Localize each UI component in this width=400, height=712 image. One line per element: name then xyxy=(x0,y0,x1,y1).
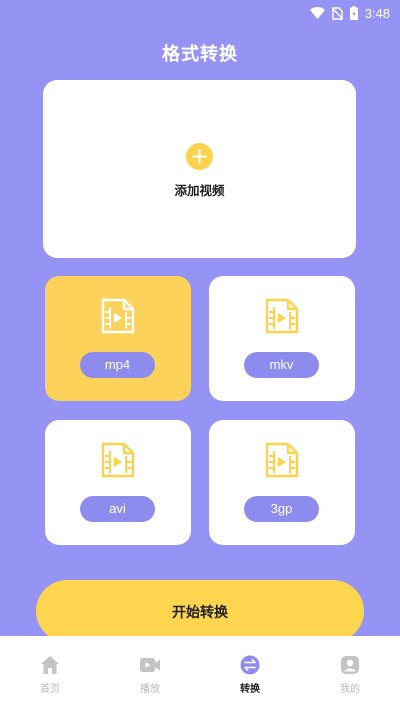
start-convert-button[interactable]: 开始转换 xyxy=(36,580,364,642)
profile-icon xyxy=(341,656,359,674)
format-card-mkv[interactable]: mkv xyxy=(209,276,355,401)
home-icon xyxy=(41,656,59,674)
format-card-mp4[interactable]: mp4 xyxy=(45,276,191,401)
wifi-icon xyxy=(309,7,325,19)
add-icon[interactable] xyxy=(186,143,213,170)
tab-convert[interactable]: 转换 xyxy=(200,636,300,712)
battery-icon xyxy=(349,6,358,20)
bottom-tab-bar: 首页 播放 转换 我的 xyxy=(0,636,400,712)
format-label: mkv xyxy=(244,352,319,378)
add-video-card[interactable]: 添加视频 xyxy=(43,80,356,258)
tab-label: 我的 xyxy=(340,684,360,695)
tab-home[interactable]: 首页 xyxy=(0,636,100,712)
format-label: 3gp xyxy=(244,496,319,522)
tab-profile[interactable]: 我的 xyxy=(300,636,400,712)
status-time: 3:48 xyxy=(364,5,390,21)
no-sim-icon xyxy=(331,6,343,20)
format-label: mp4 xyxy=(80,352,155,378)
tab-label: 转换 xyxy=(240,684,260,695)
add-video-label: 添加视频 xyxy=(174,183,225,198)
format-card-avi[interactable]: avi xyxy=(45,420,191,545)
tab-label: 播放 xyxy=(140,684,160,695)
format-label: avi xyxy=(80,496,155,522)
video-camera-icon xyxy=(140,658,160,672)
video-file-icon xyxy=(101,298,135,338)
status-bar: 3:48 xyxy=(0,0,400,26)
page-title: 格式转换 xyxy=(162,44,238,65)
convert-icon xyxy=(240,655,260,675)
video-file-icon xyxy=(265,298,299,338)
tab-play[interactable]: 播放 xyxy=(100,636,200,712)
tab-label: 首页 xyxy=(40,684,60,695)
video-file-icon xyxy=(265,442,299,482)
format-card-3gp[interactable]: 3gp xyxy=(209,420,355,545)
video-file-icon xyxy=(101,442,135,482)
